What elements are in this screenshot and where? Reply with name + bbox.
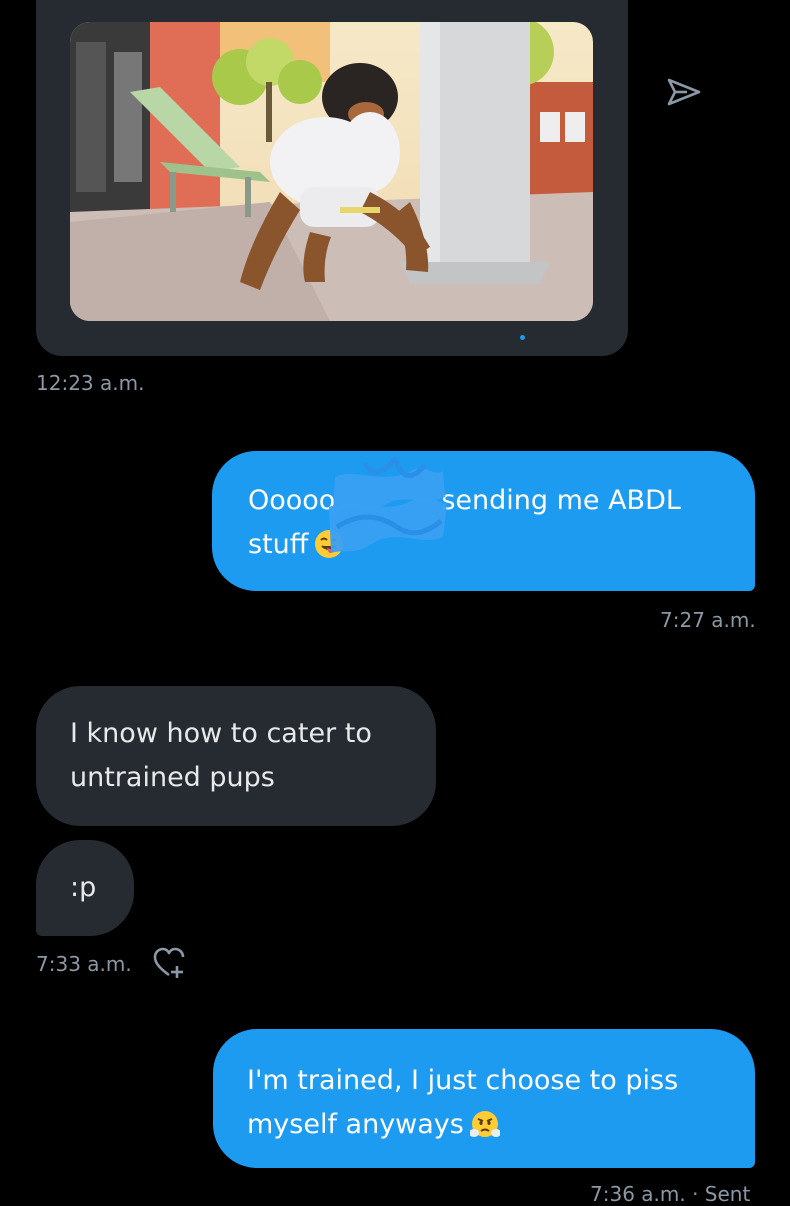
share-send-icon[interactable] <box>664 72 704 112</box>
heart-plus-icon[interactable] <box>152 946 188 980</box>
redacted-name <box>329 457 448 553</box>
redaction-scribble <box>329 457 448 553</box>
sent-message-bubble[interactable]: I'm trained, I just choose to piss mysel… <box>213 1029 755 1168</box>
message-text: I'm trained, I just choose to piss mysel… <box>247 1065 679 1140</box>
message-timestamp-status: 7:36 a.m. · Sent <box>590 1182 751 1206</box>
message-text: Ooooo <box>248 485 336 516</box>
message-text: stuff <box>248 529 309 560</box>
sent-message-bubble[interactable]: Ooooo sending me ABDL stuff <box>212 451 755 591</box>
message-timestamp: 7:27 a.m. <box>660 608 756 632</box>
image-indicator-dot <box>520 335 525 340</box>
received-message-bubble[interactable]: I know how to cater to untrained pups <box>36 686 436 826</box>
received-message-bubble[interactable]: :p <box>36 840 134 936</box>
shared-image[interactable] <box>70 22 593 321</box>
message-text: I know how to cater to untrained pups <box>70 718 372 793</box>
message-text: sending me ABDL <box>441 485 681 516</box>
message-timestamp: 7:33 a.m. <box>36 952 132 976</box>
message-timestamp: 12:23 a.m. <box>36 371 145 395</box>
face-with-steam-from-nose-icon <box>469 1111 500 1137</box>
message-text: :p <box>70 872 97 903</box>
cartoon-dog-illustration <box>70 22 593 321</box>
